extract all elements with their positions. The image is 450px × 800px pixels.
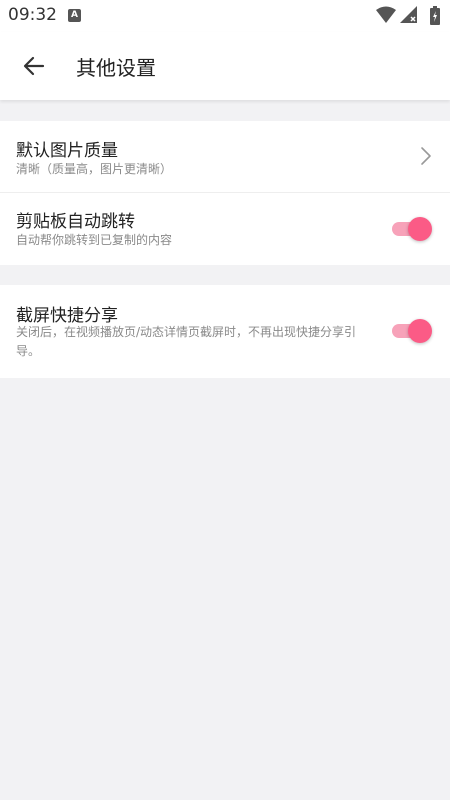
clipboard-jump-setting: 剪贴板自动跳转 自动帮你跳转到已复制的内容 [0,193,450,265]
screenshot-share-setting: 截屏快捷分享 关闭后，在视频播放页/动态详情页截屏时，不再出现快捷分享引导。 [0,285,450,378]
screenshot-share-subtitle: 关闭后，在视频播放页/动态详情页截屏时，不再出现快捷分享引导。 [16,325,357,358]
image-quality-title: 默认图片质量 [16,141,118,161]
arrow-left-icon [23,56,45,76]
clipboard-jump-toggle[interactable] [390,217,432,241]
toggle-thumb [408,217,432,241]
status-bar: 09:32 A [0,0,450,32]
battery-icon [430,6,440,25]
image-quality-subtitle: 清晰（质量高，图片更清晰） [16,162,173,176]
app-bar: 其他设置 [0,32,450,100]
signal-icon [400,6,417,23]
wifi-icon [376,6,396,23]
image-quality-setting[interactable]: 默认图片质量 清晰（质量高，图片更清晰） [0,121,450,193]
a-letter-icon: A [68,9,81,22]
chevron-right-icon [421,147,431,165]
settings-card-general: 默认图片质量 清晰（质量高，图片更清晰） 剪贴板自动跳转 自动帮你跳转到已复制的… [0,121,450,265]
toggle-thumb [408,319,432,343]
clipboard-jump-title: 剪贴板自动跳转 [16,212,135,232]
clipboard-jump-subtitle: 自动帮你跳转到已复制的内容 [16,233,173,247]
status-time: 09:32 [8,5,57,25]
settings-card-share: 截屏快捷分享 关闭后，在视频播放页/动态详情页截屏时，不再出现快捷分享引导。 [0,285,450,378]
screenshot-share-toggle[interactable] [390,319,432,343]
back-button[interactable] [14,46,54,86]
page-title: 其他设置 [76,56,156,80]
